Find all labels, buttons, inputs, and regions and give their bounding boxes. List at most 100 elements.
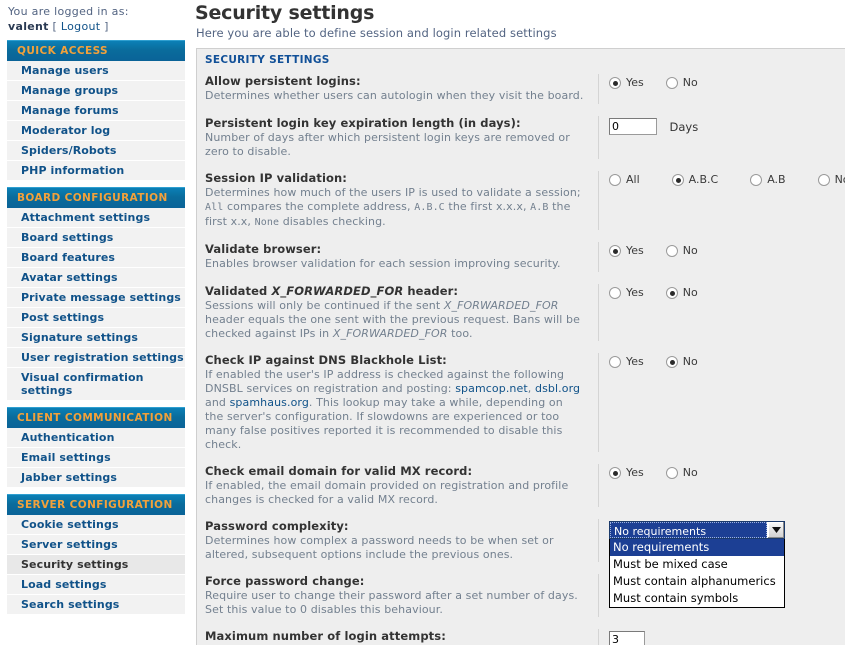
- sidebar-item-user-registration-settings[interactable]: User registration settings: [7, 348, 185, 368]
- field-title: Persistent login key expiration length (…: [205, 116, 521, 130]
- page-subtitle: Here you are able to define session and …: [196, 26, 557, 40]
- password-complexity-select-box[interactable]: No requirements: [609, 521, 785, 539]
- sidebar-item-spiders-robots[interactable]: Spiders/Robots: [7, 141, 185, 161]
- sidebar-item-manage-forums[interactable]: Manage forums: [7, 101, 185, 121]
- radio-label: A.B.C: [688, 173, 719, 186]
- dnsbl-option-yes[interactable]: Yes: [609, 355, 644, 368]
- sidebar-item-attachment-settings[interactable]: Attachment settings: [7, 208, 185, 228]
- sidebar-item-board-features[interactable]: Board features: [7, 248, 185, 268]
- sidebar-item-visual-confirmation-settings[interactable]: Visual confirmation settings: [7, 368, 185, 401]
- radio-icon[interactable]: [609, 76, 621, 89]
- field-title: Allow persistent logins:: [205, 74, 361, 88]
- sidebar-item-jabber-settings[interactable]: Jabber settings: [7, 468, 185, 488]
- sidebar-group-header: BOARD CONFIGURATION: [7, 187, 185, 208]
- spamhaus-link[interactable]: spamhaus.org: [230, 396, 309, 409]
- field-session-ip-validation: Session IP validation: Determines how mu…: [197, 165, 845, 236]
- password-complexity-select[interactable]: No requirements No requirements Must be m…: [609, 521, 785, 608]
- admin-page: You are logged in as: valent [ Logout ] …: [0, 0, 845, 645]
- radio-icon[interactable]: [665, 286, 678, 299]
- dnsbl-radio-group: Yes No: [609, 355, 845, 368]
- field-label-column: Check email domain for valid MX record: …: [197, 464, 599, 507]
- x-forwarded-for-option-yes[interactable]: Yes: [609, 286, 644, 299]
- password-complexity-option[interactable]: Must contain alphanumerics: [610, 573, 784, 590]
- session-ip-option-abc[interactable]: A.B.C: [671, 173, 719, 186]
- password-complexity-option[interactable]: Must be mixed case: [610, 556, 784, 573]
- radio-label: None: [834, 173, 845, 186]
- sidebar-item-server-settings[interactable]: Server settings: [7, 535, 185, 555]
- radio-icon[interactable]: [665, 244, 678, 257]
- persistent-logins-option-yes[interactable]: Yes: [609, 76, 644, 89]
- field-description: Determines how much of the users IP is u…: [205, 186, 581, 228]
- user-info-bar: You are logged in as: valent [ Logout ]: [0, 0, 190, 40]
- field-description: Number of days after which persistent lo…: [205, 131, 570, 158]
- validate-browser-option-yes[interactable]: Yes: [609, 244, 644, 257]
- mx-record-option-yes[interactable]: Yes: [609, 466, 644, 479]
- sidebar-item-php-information[interactable]: PHP information: [7, 161, 185, 181]
- sidebar-item-board-settings[interactable]: Board settings: [7, 228, 185, 248]
- radio-icon[interactable]: [665, 355, 678, 368]
- sidebar-item-post-settings[interactable]: Post settings: [7, 308, 185, 328]
- sidebar-group: BOARD CONFIGURATION Attachment settings Bo…: [0, 187, 190, 401]
- sidebar: You are logged in as: valent [ Logout ] …: [0, 0, 190, 645]
- sidebar-item-cookie-settings[interactable]: Cookie settings: [7, 515, 185, 535]
- sidebar-item-moderator-log[interactable]: Moderator log: [7, 121, 185, 141]
- radio-icon[interactable]: [665, 76, 678, 89]
- radio-label: Yes: [626, 466, 644, 479]
- radio-label: Yes: [626, 286, 644, 299]
- sidebar-item-authentication[interactable]: Authentication: [7, 428, 185, 448]
- radio-label: Yes: [626, 244, 644, 257]
- sidebar-item-signature-settings[interactable]: Signature settings: [7, 328, 185, 348]
- sidebar-item-load-settings[interactable]: Load settings: [7, 575, 185, 595]
- validate-browser-option-no[interactable]: No: [665, 244, 698, 257]
- field-label-column: Allow persistent logins: Determines whet…: [197, 74, 599, 104]
- mx-record-option-no[interactable]: No: [665, 466, 698, 479]
- password-complexity-option-list[interactable]: No requirements Must be mixed case Must co…: [609, 539, 785, 608]
- radio-icon[interactable]: [609, 286, 621, 299]
- radio-icon[interactable]: [817, 173, 830, 186]
- field-control-column: All A.B.C A.B None: [599, 171, 845, 186]
- session-ip-option-ab[interactable]: A.B: [750, 173, 786, 186]
- field-allow-persistent-logins: Allow persistent logins: Determines whet…: [197, 68, 845, 110]
- sidebar-item-email-settings[interactable]: Email settings: [7, 448, 185, 468]
- dnsbl-option-no[interactable]: No: [665, 355, 698, 368]
- field-control-column: Yes No: [599, 353, 845, 368]
- sidebar-item-manage-users[interactable]: Manage users: [7, 61, 185, 81]
- field-label-column: Maximum number of login attempts: After …: [197, 629, 599, 645]
- radio-icon[interactable]: [665, 466, 678, 479]
- dsbl-link[interactable]: dsbl.org: [535, 382, 580, 395]
- field-description: If enabled the user's IP address is chec…: [205, 368, 581, 451]
- radio-icon[interactable]: [671, 173, 684, 186]
- sidebar-item-avatar-settings[interactable]: Avatar settings: [7, 268, 185, 288]
- x-forwarded-for-option-no[interactable]: No: [665, 286, 698, 299]
- radio-icon[interactable]: [609, 244, 621, 257]
- spamcop-link[interactable]: spamcop.net: [455, 382, 528, 395]
- sidebar-item-security-settings[interactable]: Security settings: [7, 555, 185, 575]
- field-label-column: Password complexity: Determines how comp…: [197, 519, 599, 562]
- bracket-open: [: [52, 20, 58, 33]
- radio-icon[interactable]: [609, 466, 621, 479]
- password-complexity-option[interactable]: No requirements: [610, 539, 784, 556]
- page-title: Security settings: [195, 2, 375, 24]
- session-ip-option-none[interactable]: None: [817, 173, 845, 186]
- persistent-logins-option-no[interactable]: No: [665, 76, 698, 89]
- radio-icon[interactable]: [750, 173, 763, 186]
- chevron-down-icon[interactable]: [767, 522, 784, 538]
- radio-icon[interactable]: [609, 173, 621, 186]
- field-title: Validate browser:: [205, 242, 322, 256]
- sidebar-item-manage-groups[interactable]: Manage groups: [7, 81, 185, 101]
- sidebar-item-search-settings[interactable]: Search settings: [7, 595, 185, 615]
- radio-icon[interactable]: [609, 355, 621, 368]
- sidebar-item-private-message-settings[interactable]: Private message settings: [7, 288, 185, 308]
- field-dnsbl: Check IP against DNS Blackhole List: If …: [197, 347, 845, 458]
- password-complexity-option[interactable]: Must contain symbols: [610, 590, 784, 607]
- key-expiration-input[interactable]: [609, 118, 657, 135]
- logout-link[interactable]: Logout: [61, 20, 100, 33]
- field-key-expiration: Persistent login key expiration length (…: [197, 110, 845, 165]
- security-settings-panel: SECURITY SETTINGS Allow persistent login…: [196, 48, 845, 645]
- validate-browser-radio-group: Yes No: [609, 244, 845, 257]
- session-ip-option-all[interactable]: All: [609, 173, 640, 186]
- sidebar-group: QUICK ACCESS Manage users Manage groups Man…: [0, 40, 190, 181]
- field-description: Determines whether users can autologin w…: [205, 89, 584, 102]
- max-login-attempts-input[interactable]: [609, 631, 645, 645]
- field-label-column: Check IP against DNS Blackhole List: If …: [197, 353, 599, 452]
